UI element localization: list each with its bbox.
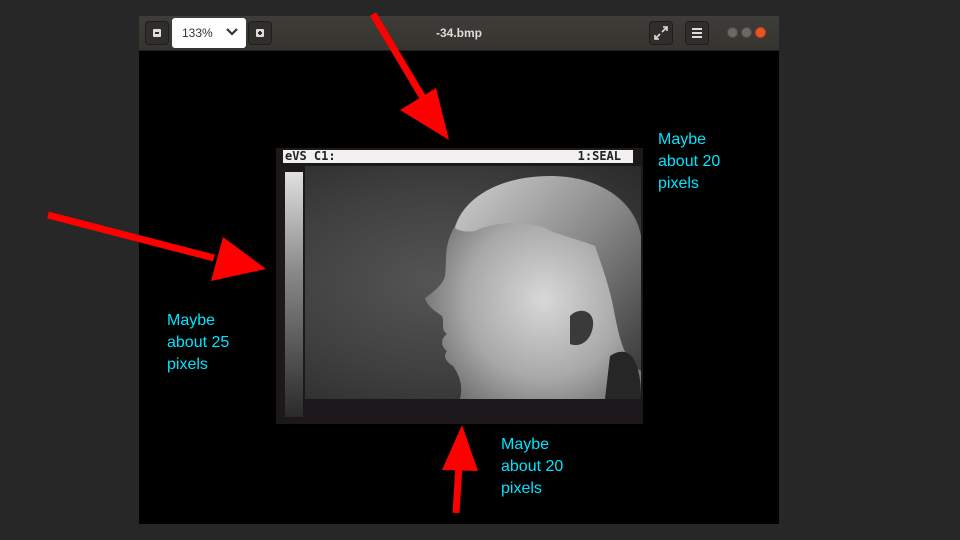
annotation-top-right: Maybe about 20 pixels xyxy=(658,131,721,192)
annotation-arrows xyxy=(47,12,478,514)
arrow-top xyxy=(369,12,449,140)
arrow-left xyxy=(47,211,266,281)
annotation-left: Maybe about 25 pixels xyxy=(167,312,230,373)
arrow-bottom xyxy=(442,425,478,514)
annotation-bottom: Maybe about 20 pixels xyxy=(501,436,564,497)
